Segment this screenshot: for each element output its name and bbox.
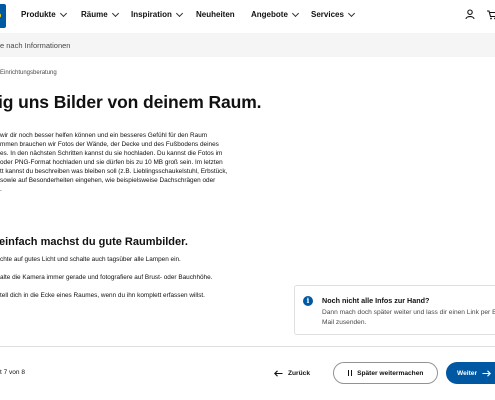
paragraph-line: . (0, 186, 2, 193)
nav-item-label: Angebote (251, 10, 288, 19)
chevron-down-icon (291, 9, 299, 17)
paragraph-line: tt kannst du beschreiben was bleiben sol… (0, 168, 228, 175)
next-button-label: Weiter (457, 369, 478, 377)
back-button[interactable]: Zurück (268, 362, 316, 384)
paragraph-line: wir dir noch besser helfen können und ei… (0, 132, 208, 139)
chevron-down-icon (175, 9, 183, 17)
footer-divider (0, 346, 495, 347)
info-box-text: Dann mach doch später weiter und lass di… (322, 309, 495, 326)
intro-paragraph: wir dir noch besser helfen können und ei… (0, 131, 280, 194)
top-navigation: Produkte Räume Inspiration Neuheiten Ang… (0, 0, 495, 33)
back-button-label: Zurück (288, 369, 310, 377)
nav-item-label: Services (311, 10, 344, 19)
list-item: tell dich in die Ecke eines Raumes, wenn… (0, 292, 205, 299)
info-box-title: Noch nicht alle Infos zur Hand? (322, 296, 430, 305)
search-placeholder: e nach Informationen (0, 41, 71, 50)
list-item: alte die Kamera immer gerade und fotogra… (0, 274, 213, 281)
nav-item-produkte[interactable]: Produkte (21, 9, 67, 19)
nav-item-label: Inspiration (131, 10, 172, 19)
nav-item-inspiration[interactable]: Inspiration (131, 9, 183, 19)
paragraph-line: sowie auf Besonderheiten eingehen, wie b… (0, 177, 216, 184)
chevron-down-icon (59, 9, 67, 17)
continue-later-label: Später weitermachen (357, 369, 424, 377)
paragraph-line: mmen brauchen wir Fotos der Wände, der D… (0, 141, 219, 148)
logo-dot (0, 13, 1, 18)
next-button[interactable]: Weiter (446, 362, 495, 384)
nav-item-label: Neuheiten (196, 10, 235, 19)
info-box: i Noch nicht alle Infos zur Hand? Dann m… (294, 285, 495, 335)
chevron-down-icon (111, 9, 119, 17)
nav-item-neuheiten[interactable]: Neuheiten (196, 10, 235, 19)
paragraph-line: es. In den nächsten Schritten kannst du … (0, 150, 223, 157)
brand-logo[interactable] (0, 4, 6, 28)
page-title: ig uns Bilder von deinem Raum. (0, 92, 262, 112)
breadcrumb[interactable]: Einrichtungsberatung (0, 70, 57, 76)
paragraph-line: oder PNG-Format hochladen und sie dürfen… (0, 159, 223, 166)
user-icon[interactable] (465, 9, 475, 20)
nav-item-angebote[interactable]: Angebote (251, 9, 299, 19)
arrow-left-icon (274, 369, 283, 377)
nav-item-services[interactable]: Services (311, 9, 355, 19)
list-item: chte auf gutes Licht und schalte auch ta… (0, 256, 181, 263)
continue-later-button[interactable]: Später weitermachen (333, 362, 438, 384)
arrow-right-icon (482, 369, 492, 377)
section-heading: einfach machst du gute Raumbilder. (0, 236, 188, 248)
info-icon: i (303, 296, 313, 306)
step-indicator: t 7 von 8 (0, 369, 25, 376)
nav-item-label: Produkte (21, 10, 56, 19)
chevron-down-icon (347, 9, 355, 17)
pause-icon (347, 370, 353, 376)
cart-icon[interactable] (486, 9, 495, 20)
search-bar[interactable]: e nach Informationen (0, 33, 495, 57)
nav-item-label: Räume (81, 10, 108, 19)
nav-item-raeume[interactable]: Räume (81, 9, 119, 19)
